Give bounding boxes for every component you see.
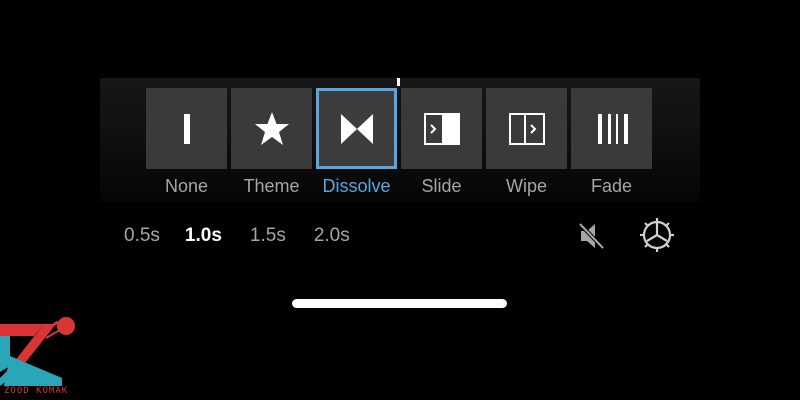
transition-theme[interactable]: Theme	[231, 88, 312, 197]
transition-label: Theme	[243, 176, 300, 196]
transition-none-thumbnail[interactable]	[146, 88, 227, 169]
transition-label: Slide	[421, 176, 462, 196]
speaker-muted-icon	[577, 221, 606, 251]
settings-button[interactable]	[638, 216, 676, 254]
transition-theme-thumbnail[interactable]	[231, 88, 312, 169]
gear-icon	[640, 218, 674, 252]
duration-2-0s[interactable]: 2.0s	[314, 222, 350, 250]
dissolve-icon	[340, 113, 373, 144]
star-icon	[254, 111, 289, 145]
duration-options: 0.5s 1.0s 1.5s 2.0s	[124, 222, 350, 250]
transition-wipe[interactable]: Wipe	[486, 88, 567, 197]
transition-label: Fade	[590, 176, 633, 196]
transition-label: Dissolve	[322, 176, 391, 196]
wipe-icon	[508, 112, 545, 145]
duration-1-0s[interactable]: 1.0s	[185, 222, 222, 250]
transition-wipe-thumbnail[interactable]	[486, 88, 567, 169]
home-indicator[interactable]	[292, 299, 507, 308]
transition-fade[interactable]: Fade	[571, 88, 652, 197]
mute-button[interactable]	[577, 220, 607, 252]
transition-none[interactable]: None	[146, 88, 227, 197]
transition-label: Wipe	[505, 176, 547, 196]
transition-options: None Theme Dissolve Slide Wipe Fade	[146, 88, 652, 197]
watermark-text: ZOOD KOMAK	[4, 386, 69, 396]
none-transition-icon	[183, 113, 190, 144]
transition-slide-thumbnail[interactable]	[401, 88, 482, 169]
playhead[interactable]	[397, 78, 400, 86]
duration-0-5s[interactable]: 0.5s	[124, 222, 160, 250]
video-editor-transition-picker: None Theme Dissolve Slide Wipe Fade 0.5s…	[0, 0, 800, 400]
transition-fade-thumbnail[interactable]	[571, 88, 652, 169]
transition-dissolve[interactable]: Dissolve	[316, 88, 397, 197]
slide-icon	[423, 112, 460, 145]
transition-slide[interactable]: Slide	[401, 88, 482, 197]
transition-label: None	[164, 176, 209, 196]
duration-1-5s[interactable]: 1.5s	[250, 222, 286, 250]
fade-icon	[597, 113, 628, 144]
transition-dissolve-thumbnail[interactable]	[316, 88, 397, 169]
